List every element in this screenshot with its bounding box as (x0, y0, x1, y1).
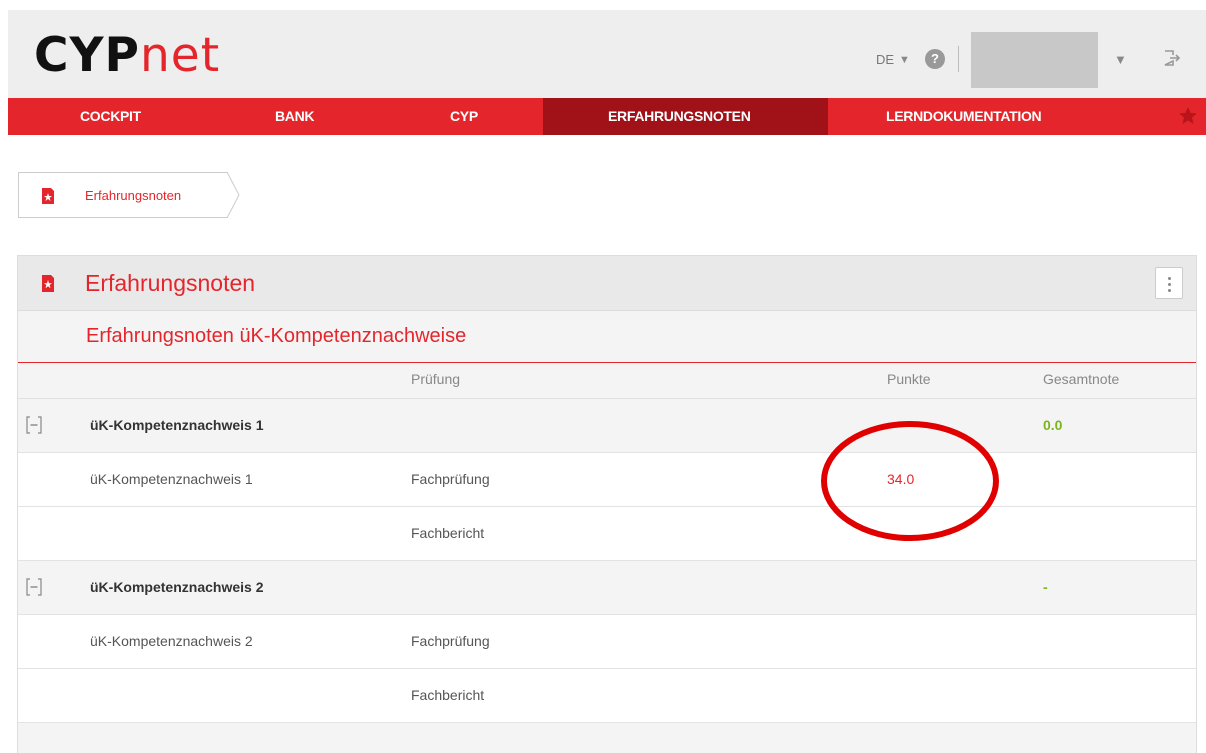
breadcrumb-item[interactable]: Erfahrungsnoten (18, 172, 228, 218)
grade-document-icon (42, 275, 54, 292)
section-header: Erfahrungsnoten üK-Kompetenznachweise (18, 311, 1196, 363)
main-navigation: COCKPIT BANK CYP ERFAHRUNGSNOTEN LERNDOK… (8, 98, 1206, 135)
chevron-down-icon[interactable]: ▼ (899, 54, 910, 66)
table-row: üK-Kompetenznachweis 1 Fachprüfung 34.0 (18, 453, 1196, 507)
cypnet-logo[interactable]: CYPnet (34, 32, 220, 79)
breadcrumb-label[interactable]: Erfahrungsnoten (85, 188, 181, 203)
gesamtnote-value: - (1043, 579, 1048, 595)
logo-text-net: net (139, 28, 221, 83)
collapse-icon[interactable] (26, 416, 42, 434)
nav-item-lerndokumentation[interactable]: LERNDOKUMENTATION (886, 98, 1042, 135)
group-label: üK-Kompetenznachweis 1 (90, 417, 264, 433)
panel-header: Erfahrungsnoten (18, 255, 1196, 311)
group-label: üK-Kompetenznachweis 2 (90, 579, 264, 595)
group-row[interactable]: üK-Kompetenznachweis 1 0.0 (18, 399, 1196, 453)
row-name: üK-Kompetenznachweis 2 (90, 633, 253, 649)
dot (1168, 283, 1171, 286)
panel-title: Erfahrungsnoten (85, 270, 256, 296)
nav-item-erfahrungsnoten[interactable]: ERFAHRUNGSNOTEN (543, 98, 828, 135)
annotation-ellipse (821, 421, 999, 541)
language-selector[interactable]: DE (876, 52, 894, 67)
column-header-punkte: Punkte (887, 371, 931, 387)
group-row[interactable]: üK-Kompetenznachweis 2 - (18, 561, 1196, 615)
user-avatar-redacted[interactable] (971, 32, 1098, 88)
collapse-icon[interactable] (26, 578, 42, 596)
dot (1168, 277, 1171, 280)
panel-menu-button[interactable] (1155, 267, 1183, 299)
grade-document-icon (42, 188, 54, 204)
app-header: CYPnet DE ▼ ? ▼ (8, 10, 1206, 98)
section-title: Erfahrungsnoten üK-Kompetenznachweise (86, 325, 467, 347)
row-pruefung: Fachbericht (411, 525, 485, 541)
table-row: Fachbericht (18, 507, 1196, 561)
dot (1168, 289, 1171, 292)
row-pruefung: Fachprüfung (411, 633, 490, 649)
row-name: üK-Kompetenznachweis 1 (90, 471, 253, 487)
grades-panel: Erfahrungsnoten Erfahrungsnoten üK-Kompe… (17, 255, 1197, 753)
logout-icon[interactable] (1162, 48, 1182, 68)
header-divider (958, 46, 959, 72)
help-icon[interactable]: ? (925, 49, 945, 69)
nav-item-cockpit[interactable]: COCKPIT (80, 98, 141, 135)
nav-item-bank[interactable]: BANK (275, 98, 315, 135)
table-row: Fachbericht (18, 669, 1196, 723)
row-pruefung: Fachprüfung (411, 471, 490, 487)
nav-item-cyp[interactable]: CYP (450, 98, 478, 135)
column-header-gesamtnote: Gesamtnote (1043, 371, 1120, 387)
table-header: Prüfung Punkte Gesamtnote (18, 363, 1196, 399)
gesamtnote-value: 0.0 (1043, 417, 1063, 433)
logo-text-cyp: CYP (34, 28, 140, 83)
user-menu-chevron-icon[interactable]: ▼ (1114, 52, 1127, 67)
table-row: üK-Kompetenznachweis 2 Fachprüfung (18, 615, 1196, 669)
row-pruefung: Fachbericht (411, 687, 485, 703)
favorite-star-icon[interactable] (1178, 106, 1198, 126)
column-header-pruefung: Prüfung (411, 371, 461, 387)
